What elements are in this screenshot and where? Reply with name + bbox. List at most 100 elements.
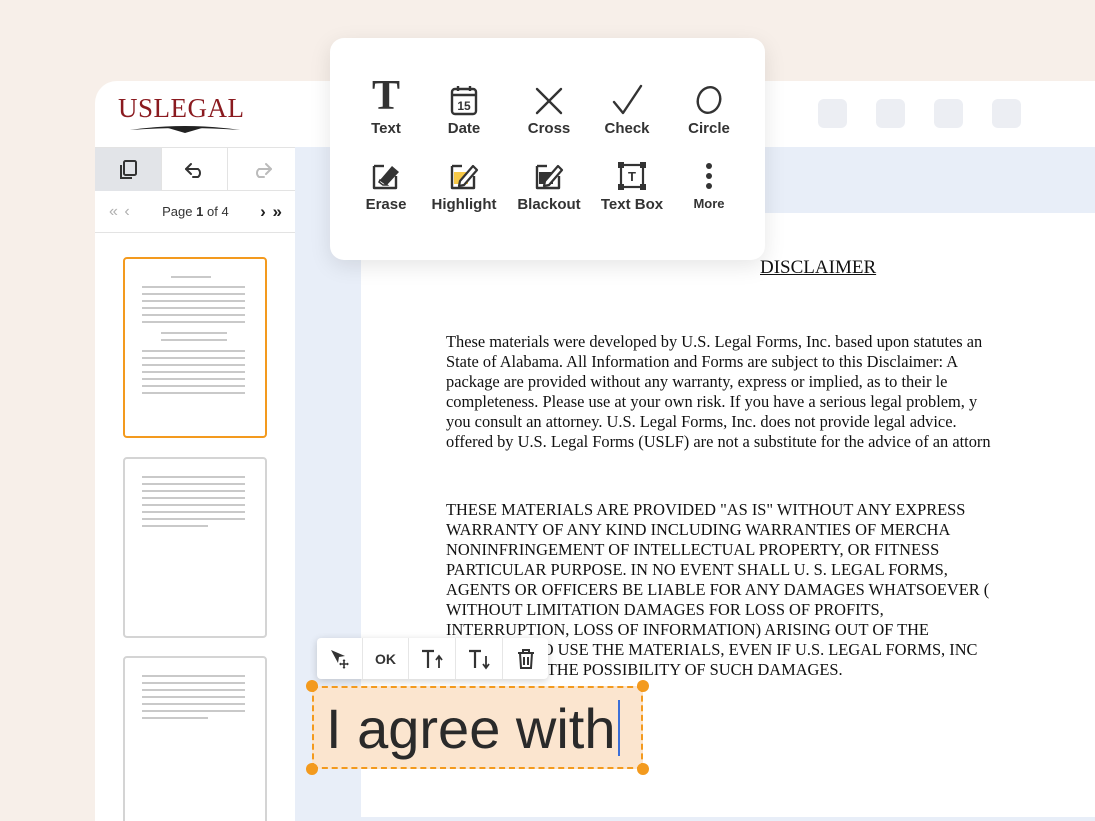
resize-handle-top-left[interactable] — [306, 680, 318, 692]
thumb-line — [142, 357, 245, 359]
thumb-line — [142, 717, 208, 719]
svg-text:T: T — [628, 169, 636, 184]
thumb-line — [142, 710, 245, 712]
tool-circle-label: Circle — [688, 120, 730, 137]
tool-text-box-label: Text Box — [600, 196, 664, 213]
doc-line: offered by U.S. Legal Forms (USLF) are n… — [446, 432, 991, 451]
tool-highlight-label: Highlight — [431, 196, 497, 213]
annotation-tools-popup: T Text 15 Date Cross Check Circle Erase … — [330, 38, 765, 260]
ok-button[interactable]: OK — [363, 638, 409, 679]
thumb-line — [142, 476, 245, 478]
tool-erase-label: Erase — [365, 196, 407, 213]
doc-line: NONINFRINGEMENT OF INTELLECTUAL PROPERTY… — [446, 540, 940, 559]
erase-icon — [372, 164, 399, 190]
thumb-line — [142, 703, 245, 705]
top-toolbar-button[interactable] — [934, 99, 963, 128]
page-navigator: « ‹ Page 1 of 4 › » — [95, 191, 295, 233]
page-prefix: Page — [162, 204, 193, 219]
check-icon — [612, 84, 643, 115]
thumb-line — [161, 339, 227, 341]
thumb-line — [142, 497, 245, 499]
tool-more-label: More — [693, 196, 725, 211]
more-icon — [706, 163, 712, 189]
tool-erase[interactable]: Erase — [344, 154, 428, 213]
thumb-line — [142, 350, 245, 352]
move-button[interactable] — [317, 638, 363, 679]
pages-button[interactable] — [95, 148, 162, 191]
tool-blackout[interactable]: Blackout — [507, 154, 591, 213]
tool-circle[interactable]: Circle — [667, 78, 751, 137]
logo-swoosh-icon — [130, 126, 240, 133]
highlight-icon — [450, 164, 479, 190]
tool-date[interactable]: 15 Date — [422, 78, 506, 137]
undo-icon — [184, 162, 201, 178]
trash-icon — [517, 648, 534, 669]
thumb-line — [142, 392, 245, 394]
text-caret — [617, 700, 620, 756]
thumb-line — [161, 332, 227, 334]
tool-text[interactable]: T Text — [344, 75, 428, 137]
font-size-down-icon — [469, 649, 490, 669]
thumb-line — [142, 385, 245, 387]
page-thumbnail-1[interactable] — [123, 257, 267, 438]
tool-cross[interactable]: Cross — [507, 78, 591, 137]
thumb-line — [142, 696, 245, 698]
tool-check[interactable]: Check — [585, 78, 669, 137]
cross-icon — [535, 87, 563, 115]
page-thumbnail-2[interactable] — [123, 457, 267, 638]
page-total: of 4 — [207, 204, 229, 219]
sidebar-toolbar — [95, 147, 295, 191]
tool-cross-label: Cross — [527, 120, 571, 137]
text-box-icon: T — [618, 162, 646, 190]
next-page-icons[interactable]: › » — [260, 202, 283, 222]
thumb-line — [142, 518, 245, 520]
delete-button[interactable] — [503, 638, 548, 679]
top-toolbar-button[interactable] — [992, 99, 1021, 128]
blackout-icon — [535, 164, 564, 190]
redo-button[interactable] — [228, 148, 295, 191]
thumb-line — [142, 525, 208, 527]
resize-handle-bottom-left[interactable] — [306, 763, 318, 775]
doc-line: State of Alabama. All Information and Fo… — [446, 352, 959, 371]
text-box[interactable]: I agree with — [312, 686, 643, 769]
doc-line: completeness. Please use at your own ris… — [446, 392, 978, 411]
calendar-day: 15 — [457, 99, 471, 113]
increase-font-button[interactable] — [409, 638, 456, 679]
uslegal-logo[interactable]: USLEGAL — [118, 93, 258, 137]
tool-more[interactable]: More — [667, 154, 751, 211]
thumb-line — [142, 490, 245, 492]
thumb-line — [142, 378, 245, 380]
prev-page-icons[interactable]: « ‹ — [109, 203, 131, 221]
thumb-line — [142, 371, 245, 373]
undo-button[interactable] — [162, 148, 229, 191]
font-size-up-icon — [422, 649, 443, 668]
calendar-icon: 15 — [450, 86, 478, 116]
thumb-line — [171, 276, 211, 278]
doc-line: package are provided without any warrant… — [446, 372, 948, 391]
tool-text-box[interactable]: T Text Box — [590, 154, 674, 213]
doc-line: THESE MATERIALS ARE PROVIDED "AS IS" WIT… — [446, 500, 966, 519]
text-box-toolbar: OK — [317, 638, 548, 679]
top-toolbar-button[interactable] — [818, 99, 847, 128]
thumb-line — [142, 504, 245, 506]
thumb-line — [142, 364, 245, 366]
doc-line: These materials were developed by U.S. L… — [446, 332, 983, 351]
resize-handle-bottom-right[interactable] — [637, 763, 649, 775]
doc-line: you consult an attorney. U.S. Legal Form… — [446, 412, 957, 431]
doc-line: PARTICULAR PURPOSE. IN NO EVENT SHALL U.… — [446, 560, 948, 579]
doc-line: INTERRUPTION, LOSS OF INFORMATION) ARISI… — [446, 620, 929, 639]
thumb-line — [142, 511, 245, 513]
resize-handle-top-right[interactable] — [637, 680, 649, 692]
tool-date-label: Date — [447, 120, 481, 137]
text-box-content[interactable]: I agree with — [326, 696, 620, 761]
tool-highlight[interactable]: Highlight — [422, 154, 506, 213]
redo-icon — [255, 162, 272, 178]
thumb-line — [142, 682, 245, 684]
logo-text: USLEGAL — [118, 93, 245, 123]
thumb-line — [142, 675, 245, 677]
thumb-line — [142, 314, 245, 316]
page-indicator: Page 1 of 4 — [162, 204, 229, 219]
decrease-font-button[interactable] — [456, 638, 503, 679]
top-toolbar-button[interactable] — [876, 99, 905, 128]
page-thumbnail-3[interactable] — [123, 656, 267, 821]
